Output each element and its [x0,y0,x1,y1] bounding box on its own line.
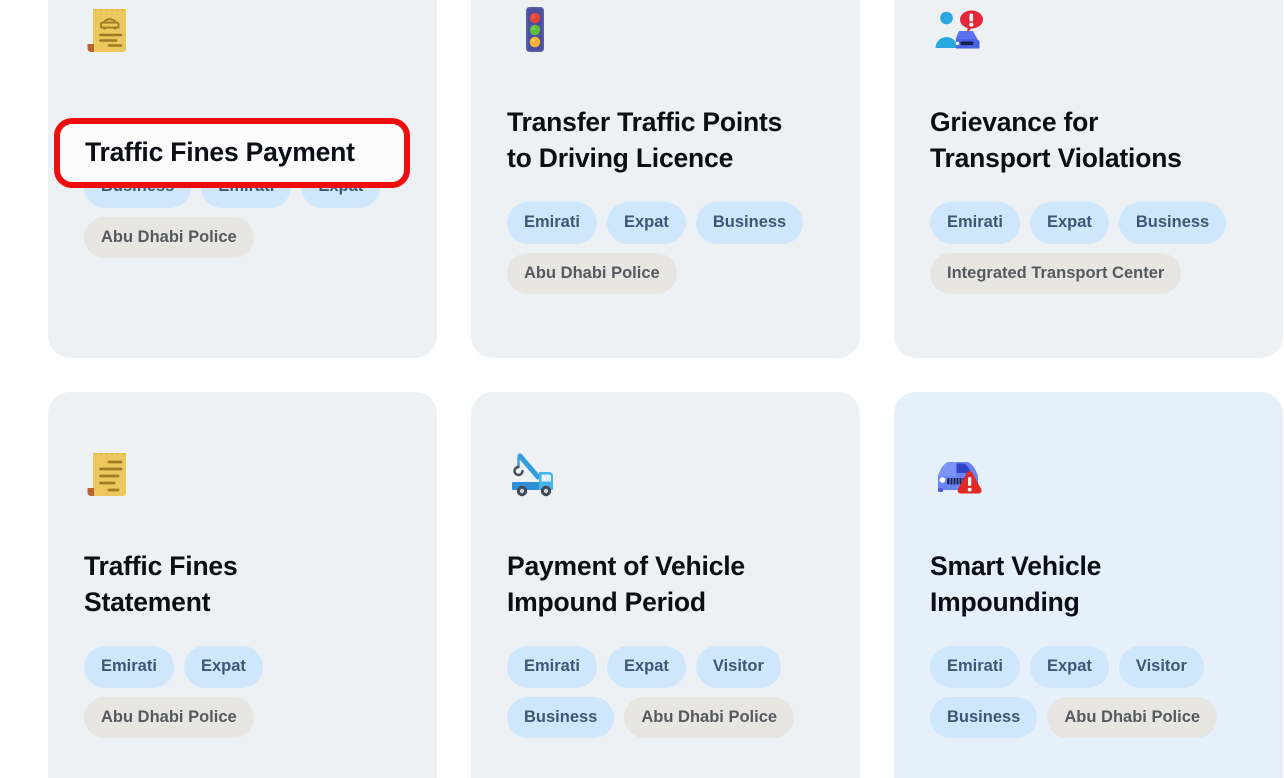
audience-chip[interactable]: Emirati [930,202,1020,244]
service-card-transfer-traffic-points[interactable]: Transfer Traffic Points to Driving Licen… [471,0,860,358]
person-car-alert-icon [930,0,986,58]
audience-chip[interactable]: Emirati [930,646,1020,688]
service-card-tags: Emirati Expat Business Abu Dhabi Police [507,202,824,294]
audience-chip[interactable]: Expat [606,202,686,244]
service-card-payment-vehicle-impound-period[interactable]: Payment of Vehicle Impound Period Emirat… [471,392,860,778]
entity-chip[interactable]: Abu Dhabi Police [507,252,677,294]
car-warning-icon [930,444,986,502]
audience-chip[interactable]: Expat [606,646,686,688]
audience-chip[interactable]: Emirati [507,202,597,244]
audience-chip[interactable]: Business [695,202,804,244]
services-grid-page: Traffic Fines Payment Business Emirati E… [0,0,1284,778]
receipt-car-icon [84,0,140,58]
service-card-title: Grievance for Transport Violations [930,107,1182,173]
audience-chip[interactable]: Business [507,696,615,738]
receipt-lines-icon [84,444,140,502]
service-card-title: Traffic Fines Statement [84,551,238,617]
audience-chip[interactable]: Business [84,166,192,208]
service-card-tags: Business Emirati Expat Abu Dhabi Police [84,166,401,258]
entity-chip[interactable]: Abu Dhabi Police [84,216,254,258]
traffic-light-icon [507,0,563,58]
audience-chip[interactable]: Emirati [84,646,174,688]
audience-chip[interactable]: Expat [1029,202,1109,244]
service-card-grid: Traffic Fines Payment Business Emirati E… [48,0,1284,778]
entity-chip[interactable]: Integrated Transport Center [930,252,1182,294]
audience-chip[interactable]: Emirati [201,166,292,208]
highlighted-service-title: Traffic Fines Payment [85,137,355,167]
audience-chip[interactable]: Expat [301,166,381,208]
audience-chip[interactable]: Business [1118,202,1227,244]
service-card-tags: Emirati Expat Business Integrated Transp… [930,202,1247,294]
service-card-traffic-fines-payment[interactable]: Traffic Fines Payment Business Emirati E… [48,0,437,358]
audience-chip[interactable]: Visitor [1118,646,1204,688]
service-card-title: Smart Vehicle Impounding [930,551,1102,617]
service-card-tags: Emirati Expat Visitor Business Abu Dhabi… [930,646,1247,738]
audience-chip[interactable]: Business [930,696,1038,738]
entity-chip[interactable]: Abu Dhabi Police [1047,696,1218,738]
entity-chip[interactable]: Abu Dhabi Police [624,696,795,738]
service-card-traffic-fines-statement[interactable]: Traffic Fines Statement Emirati Expat Ab… [48,392,437,778]
service-card-smart-vehicle-impounding[interactable]: Smart Vehicle Impounding Emirati Expat V… [894,392,1283,778]
audience-chip[interactable]: Expat [1029,646,1109,688]
service-card-title: Payment of Vehicle Impound Period [507,551,745,617]
audience-chip[interactable]: Visitor [695,646,781,688]
service-card-tags: Emirati Expat Abu Dhabi Police [84,646,401,738]
service-card-tags: Emirati Expat Visitor Business Abu Dhabi… [507,646,824,738]
service-card-grievance-transport-violations[interactable]: Grievance for Transport Violations Emira… [894,0,1283,358]
entity-chip[interactable]: Abu Dhabi Police [84,696,254,738]
tow-truck-icon [507,444,563,502]
audience-chip[interactable]: Expat [183,646,263,688]
audience-chip[interactable]: Emirati [507,646,597,688]
service-card-title: Transfer Traffic Points to Driving Licen… [507,107,783,173]
